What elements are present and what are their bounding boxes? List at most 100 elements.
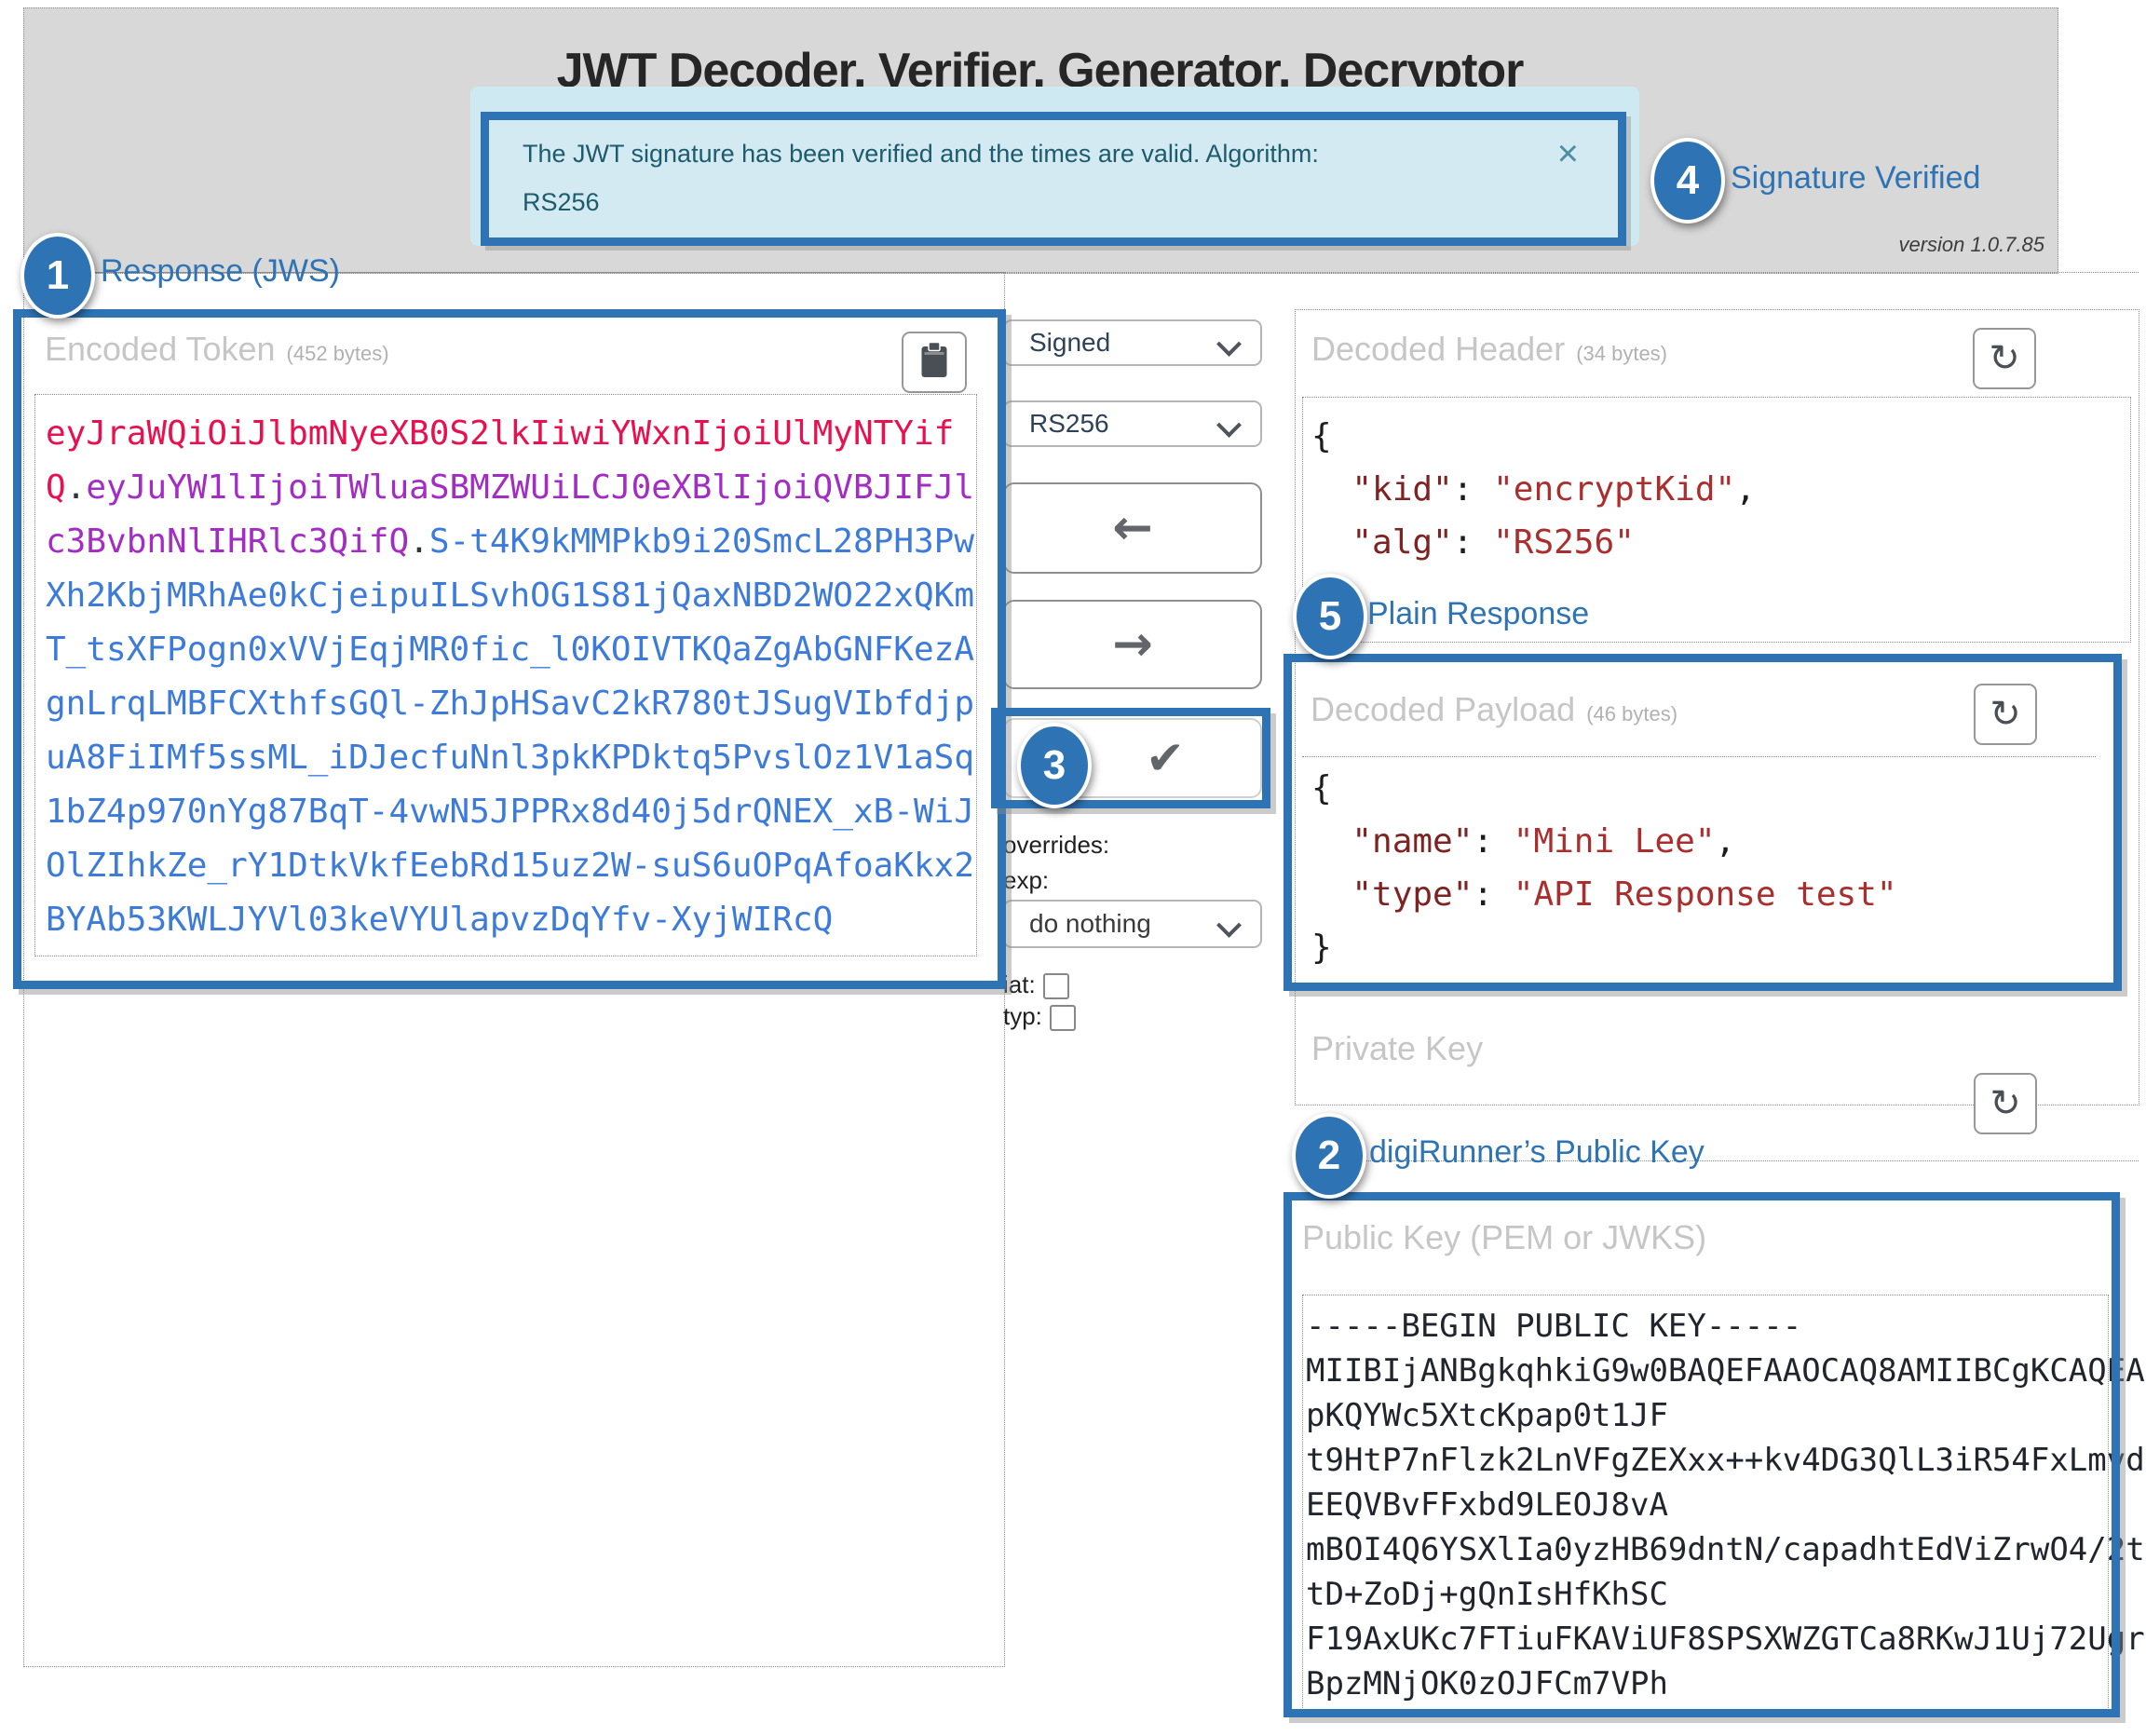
- typ-label: typ:: [1003, 1002, 1042, 1030]
- annotation-circle-4: 4: [1650, 138, 1725, 224]
- encoded-token-title-text: Encoded Token: [45, 330, 276, 368]
- code-segment: gnLrqLMBFCXthfsGQl-ZhJpHSavC2kR780tJSugV…: [46, 685, 974, 723]
- code-line: c3BvbnNlIHRlc3QifQ.S-t4K9kMMPkb9i20SmcL2…: [46, 515, 974, 569]
- token-type-select[interactable]: Signed: [1003, 319, 1262, 366]
- encoded-token-title: Encoded Token (452 bytes): [45, 330, 389, 369]
- jwt-decoder-page: JWT Decoder, Verifier, Generator, Decryp…: [0, 0, 2146, 1736]
- refresh-icon: ↻: [1989, 340, 2020, 377]
- code-segment: "API Response test": [1514, 875, 1897, 914]
- code-segment: "Mini Lee": [1514, 822, 1716, 861]
- refresh-payload-button[interactable]: ↻: [1974, 684, 2037, 745]
- code-segment: {: [1311, 769, 1332, 807]
- alert-message-line1: The JWT signature has been verified and …: [523, 129, 1528, 178]
- annotation-label-digirunner-public-key: digiRunner’s Public Key: [1369, 1134, 1705, 1171]
- code-segment: uA8FiIMf5ssML_iDJecfuNnl3pkKPDktq5PvslOz…: [46, 739, 974, 777]
- code-segment: eyJuYW1lIjoiTWluaSBMZWUiLCJ0eXBlIjoiQVBJ…: [86, 468, 974, 507]
- code-line: Xh2KbjMRhAe0kCjeipuILSvhOG1S81jQaxNBD2WO…: [46, 569, 974, 623]
- code-segment: 1bZ4p970nYg87BqT-4vwN5JPPRx8d40j5drQNEX_…: [46, 793, 974, 831]
- right-arrow-icon: →: [1112, 617, 1153, 672]
- code-segment: .: [66, 468, 87, 507]
- algorithm-value: RS256: [1029, 409, 1109, 439]
- left-arrow-icon: ←: [1112, 500, 1153, 556]
- chevron-down-icon: [1216, 913, 1242, 938]
- decode-left-button[interactable]: ←: [1003, 482, 1262, 574]
- code-segment: "encryptKid": [1493, 470, 1735, 509]
- code-segment: "type": [1351, 875, 1473, 914]
- code-segment: T_tsXFPogn0xVVjEqjMR0fic_l0KOIVTKQaZgAbG…: [46, 631, 974, 669]
- iat-checkbox[interactable]: [1043, 973, 1069, 999]
- code-line: "type": "API Response test": [1311, 868, 1897, 921]
- typ-row: typ:: [1003, 1002, 1076, 1031]
- code-segment: eyJraWQiOiJlbmNyeXB0S2lkIiwiYWxnIjoiUlMy…: [46, 414, 954, 453]
- decoded-payload-bytes: (46 bytes): [1586, 702, 1677, 726]
- code-segment: :: [1453, 523, 1493, 562]
- code-segment: "alg": [1351, 523, 1452, 562]
- code-line: T_tsXFPogn0xVVjEqjMR0fic_l0KOIVTKQaZgAbG…: [46, 623, 974, 677]
- code-segment: [1311, 822, 1351, 861]
- public-key-line: -----BEGIN PUBLIC KEY-----: [1306, 1304, 2146, 1349]
- decoded-payload-title: Decoded Payload (46 bytes): [1311, 690, 1677, 729]
- refresh-icon: ↻: [1990, 696, 2021, 733]
- encoded-token-value: eyJraWQiOiJlbmNyeXB0S2lkIiwiYWxnIjoiUlMy…: [46, 407, 974, 947]
- alert-close-icon[interactable]: ×: [1557, 135, 1579, 172]
- public-key-line: tD+ZoDj+gQnIsHfKhSC: [1306, 1572, 2146, 1617]
- check-icon: ✔: [1146, 731, 1185, 785]
- version-text: version 1.0.7.85: [1718, 233, 2044, 257]
- decoded-header-json: { "kid": "encryptKid", "alg": "RS256"}: [1311, 410, 1756, 622]
- code-segment: S-t4K9kMMPkb9i20SmcL28PH3Pw: [429, 522, 974, 561]
- alert-message-line2: RS256: [523, 178, 1528, 226]
- iat-label: iat:: [1003, 970, 1036, 998]
- refresh-icon: ↻: [1990, 1085, 2021, 1122]
- decoded-header-title-text: Decoded Header: [1311, 330, 1565, 368]
- token-type-value: Signed: [1029, 328, 1110, 358]
- code-segment: "RS256": [1493, 523, 1635, 562]
- clipboard-icon: [917, 341, 951, 385]
- annotation-circle-3: 3: [1017, 723, 1092, 808]
- encode-right-button[interactable]: →: [1003, 600, 1262, 689]
- code-line: gnLrqLMBFCXthfsGQl-ZhJpHSavC2kR780tJSugV…: [46, 677, 974, 731]
- exp-override-value: do nothing: [1029, 909, 1151, 939]
- copy-token-button[interactable]: [902, 332, 967, 393]
- encoded-token-bytes: (452 bytes): [287, 342, 389, 365]
- code-segment: Xh2KbjMRhAe0kCjeipuILSvhOG1S81jQaxNBD2WO…: [46, 576, 974, 615]
- annotation-label-response-jws: Response (JWS): [101, 253, 340, 290]
- code-line: "alg": "RS256": [1311, 516, 1756, 569]
- decoded-header-title: Decoded Header(34 bytes): [1311, 330, 1667, 369]
- code-segment: ,: [1735, 470, 1756, 509]
- public-key-line: pKQYWc5XtcKpap0t1JF: [1306, 1393, 2146, 1438]
- chevron-down-icon: [1216, 413, 1242, 438]
- overrides-label: overrides:: [1003, 831, 1109, 860]
- public-key-line: F19AxUKc7FTiuFKAViUF8SPSXWZGTCa8RKwJ1Uj7…: [1306, 1617, 2146, 1661]
- algorithm-select[interactable]: RS256: [1003, 400, 1262, 447]
- code-segment: [1311, 875, 1351, 914]
- public-key-line: mBOI4Q6YSXlIa0yzHB69dntN/capadhtEdViZrwO…: [1306, 1527, 2146, 1572]
- code-line: BYAb53KWLJYVl03keVYUlapvzDqYfv-XyjWIRcQ: [46, 893, 974, 947]
- public-key-value: -----BEGIN PUBLIC KEY-----MIIBIjANBgkqhk…: [1306, 1304, 2146, 1706]
- code-segment: {: [1311, 417, 1332, 455]
- code-segment: "kid": [1351, 470, 1452, 509]
- annotation-circle-5: 5: [1293, 574, 1367, 659]
- public-key-line: BpzMNjOK0zOJFCm7VPh: [1306, 1661, 2146, 1706]
- code-line: {: [1311, 410, 1756, 463]
- alert-verified: The JWT signature has been verified and …: [481, 112, 1626, 246]
- code-segment: [1311, 470, 1351, 509]
- annotation-label-plain-response: Plain Response: [1367, 596, 1589, 632]
- code-line: uA8FiIMf5ssML_iDJecfuNnl3pkKPDktq5PvslOz…: [46, 731, 974, 785]
- exp-override-select[interactable]: do nothing: [1003, 900, 1262, 948]
- decoded-payload-title-text: Decoded Payload: [1311, 690, 1575, 728]
- public-key-line: t9HtP7nFlzk2LnVFgZEXxx++kv4DG3QlL3iR54Fx…: [1306, 1438, 2146, 1483]
- typ-checkbox[interactable]: [1050, 1005, 1076, 1031]
- iat-row: iat:: [1003, 970, 1069, 999]
- code-line: Q.eyJuYW1lIjoiTWluaSBMZWUiLCJ0eXBlIjoiQV…: [46, 461, 974, 515]
- code-line: {: [1311, 762, 1897, 815]
- refresh-header-button[interactable]: ↻: [1973, 328, 2036, 389]
- refresh-private-key-button[interactable]: ↻: [1974, 1073, 2037, 1134]
- code-line: "kid": "encryptKid",: [1311, 463, 1756, 516]
- annotation-label-signature-verified: Signature Verified: [1731, 160, 1980, 197]
- public-key-title: Public Key (PEM or JWKS): [1302, 1218, 1706, 1257]
- code-segment: .: [409, 522, 429, 561]
- code-line: "name": "Mini Lee",: [1311, 815, 1897, 868]
- code-line: eyJraWQiOiJlbmNyeXB0S2lkIiwiYWxnIjoiUlMy…: [46, 407, 974, 461]
- decoded-payload-divider: [1302, 756, 2096, 757]
- chevron-down-icon: [1216, 332, 1242, 357]
